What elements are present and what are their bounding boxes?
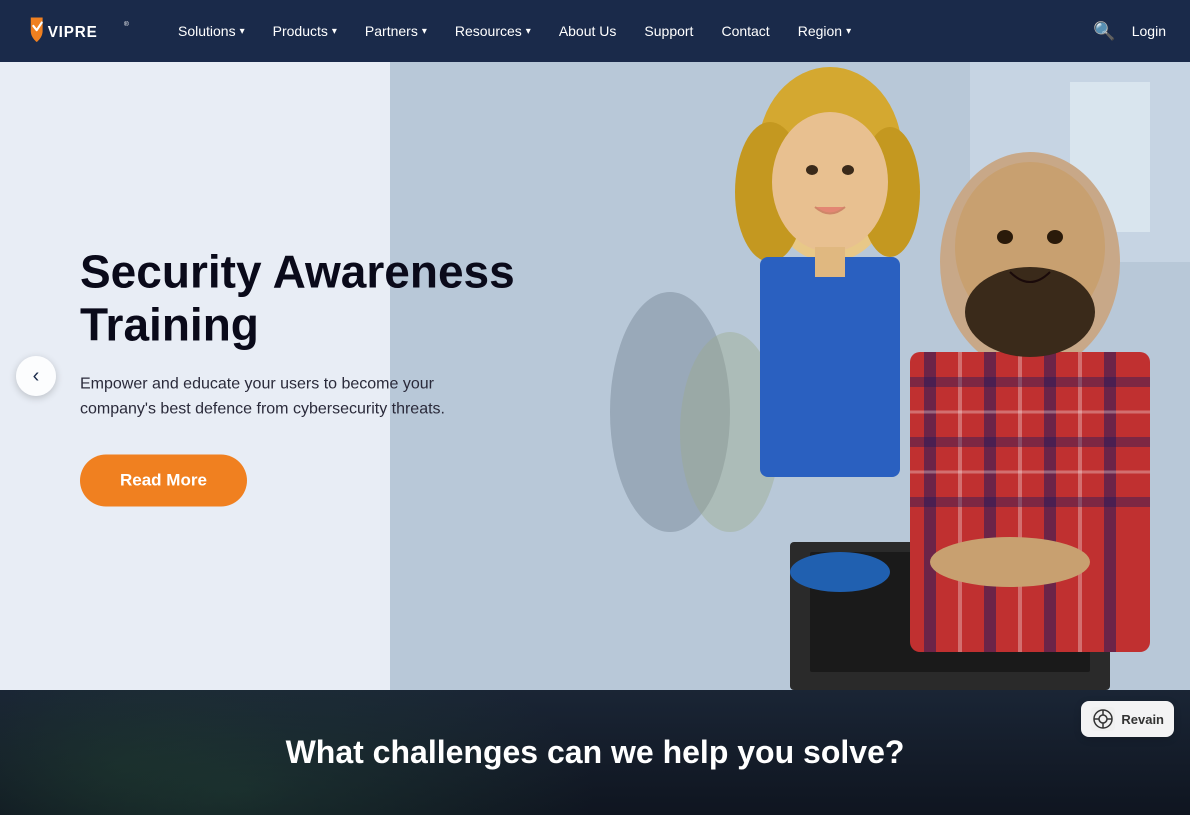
nav-item-solutions[interactable]: Solutions ▾ [166,15,257,47]
read-more-button[interactable]: Read More [80,454,247,506]
revain-icon [1091,707,1115,731]
svg-text:®: ® [124,20,129,28]
nav-item-partners[interactable]: Partners ▾ [353,15,439,47]
nav-item-about[interactable]: About Us [547,15,629,47]
hero-prev-button[interactable]: ‹ [16,356,56,396]
nav-item-resources[interactable]: Resources ▾ [443,15,543,47]
nav-item-support[interactable]: Support [632,15,705,47]
chevron-down-icon: ▾ [526,26,531,37]
revain-label: Revain [1121,712,1164,727]
hero-subtitle: Empower and educate your users to become… [80,371,500,422]
chevron-down-icon: ▾ [240,26,245,37]
nav-item-region[interactable]: Region ▾ [786,15,863,47]
navbar: VIPRE ® Solutions ▾ Products ▾ Partners … [0,0,1190,62]
revain-badge: Revain [1081,701,1174,737]
search-icon[interactable]: 🔍 [1093,21,1115,42]
login-button[interactable]: Login [1132,23,1166,39]
hero-title: Security Awareness Training [80,246,580,352]
hero-section: ‹ Security Awareness Training Empower an… [0,62,1190,690]
nav-links: Solutions ▾ Products ▾ Partners ▾ Resour… [166,15,1093,47]
nav-item-contact[interactable]: Contact [709,15,781,47]
logo[interactable]: VIPRE ® [24,13,134,49]
hero-content: Security Awareness Training Empower and … [80,246,580,507]
chevron-down-icon: ▾ [422,26,427,37]
svg-text:VIPRE: VIPRE [48,24,98,41]
nav-actions: 🔍 Login [1093,21,1166,42]
chevron-down-icon: ▾ [846,26,851,37]
nav-item-products[interactable]: Products ▾ [261,15,349,47]
chevron-down-icon: ▾ [332,26,337,37]
